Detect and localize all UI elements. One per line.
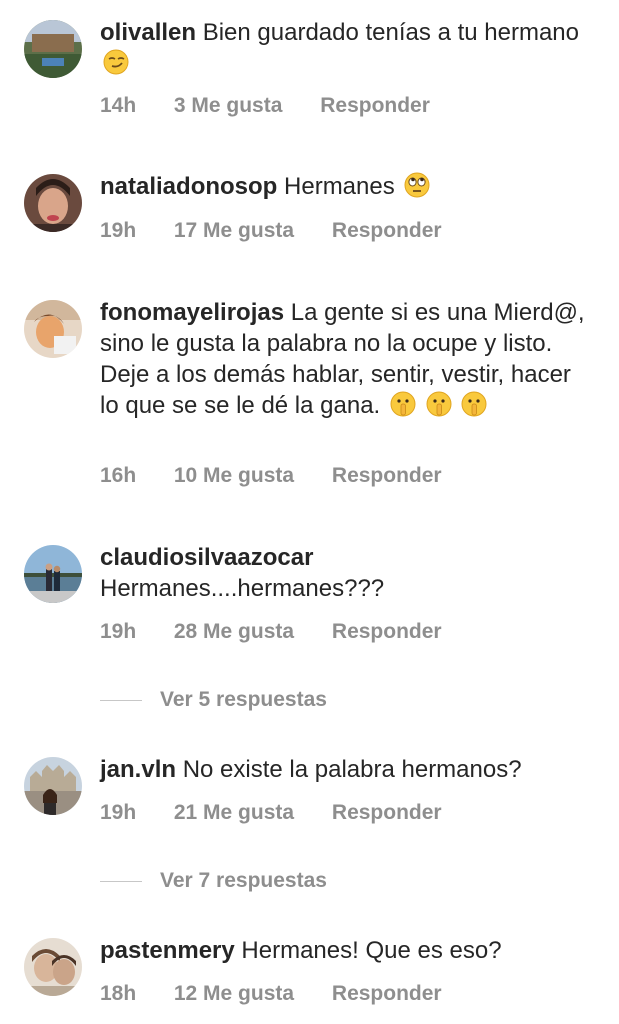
view-replies-label: Ver 7 respuestas — [160, 869, 327, 892]
shushing-face-emoji-icon — [390, 391, 416, 417]
comment-body: claudiosilvaazocar Hermanes....hermanes?… — [100, 542, 589, 604]
avatar[interactable] — [24, 20, 82, 78]
view-replies-label: Ver 5 respuestas — [160, 688, 327, 711]
comment-message: No existe la palabra hermanos? — [182, 756, 522, 783]
comment-username[interactable]: pastenmery — [100, 937, 235, 964]
reply-button[interactable]: Responder — [332, 620, 442, 644]
comment-time: 18h — [100, 982, 137, 1005]
comment-username[interactable]: olivallen — [100, 19, 196, 46]
comment-body: fonomayelirojas La gente si es una Mierd… — [100, 297, 589, 421]
comment-text: nataliadonosop Hermanes — [100, 171, 589, 202]
comment-time: 19h — [100, 801, 137, 824]
comment-message: Bien guardado tenías a tu hermano — [202, 19, 579, 46]
comment-text: olivallen Bien guardado tenías a tu herm… — [100, 17, 589, 79]
comment-username[interactable]: nataliadonosop — [100, 173, 277, 200]
comment-message: Hermanes! Que es eso? — [241, 937, 502, 964]
reply-button[interactable]: Responder — [320, 94, 430, 118]
reply-button[interactable]: Responder — [332, 219, 442, 243]
comment-meta: 14h 3 Me gusta Responder — [100, 94, 430, 118]
comment-likes[interactable]: 3 Me gusta — [174, 94, 283, 118]
comment-likes[interactable]: 21 Me gusta — [174, 801, 294, 825]
comment-meta: 18h 12 Me gusta Responder — [100, 982, 442, 1006]
comment-text: jan.vln No existe la palabra hermanos? — [100, 754, 589, 785]
reply-button[interactable]: Responder — [332, 464, 442, 488]
comment-text: fonomayelirojas La gente si es una Mierd… — [100, 297, 589, 421]
comment-message: Hermanes — [284, 173, 395, 200]
avatar[interactable] — [24, 545, 82, 603]
reply-button[interactable]: Responder — [332, 982, 442, 1006]
replies-divider — [100, 880, 142, 882]
replies-divider — [100, 699, 142, 701]
comment-time: 19h — [100, 620, 137, 643]
comment-body: jan.vln No existe la palabra hermanos? — [100, 754, 589, 785]
comment-body: olivallen Bien guardado tenías a tu herm… — [100, 17, 589, 79]
comment-meta: 16h 10 Me gusta Responder — [100, 464, 442, 488]
comment-meta: 19h 17 Me gusta Responder — [100, 219, 442, 243]
comment-likes[interactable]: 12 Me gusta — [174, 982, 294, 1006]
view-replies-button[interactable]: Ver 5 respuestas — [100, 688, 327, 712]
comment-likes[interactable]: 28 Me gusta — [174, 620, 294, 644]
avatar[interactable] — [24, 300, 82, 358]
comment-username[interactable]: claudiosilvaazocar — [100, 542, 589, 573]
smirk-emoji-icon — [103, 49, 129, 75]
comment-username[interactable]: fonomayelirojas — [100, 299, 284, 326]
comment-message: Hermanes....hermanes??? — [100, 575, 385, 602]
comment-meta: 19h 21 Me gusta Responder — [100, 801, 442, 825]
comment-time: 19h — [100, 219, 137, 242]
comment-likes[interactable]: 17 Me gusta — [174, 219, 294, 243]
comment-text: pastenmery Hermanes! Que es eso? — [100, 935, 589, 966]
comment-body: pastenmery Hermanes! Que es eso? — [100, 935, 589, 966]
comment-time: 16h — [100, 464, 137, 487]
avatar[interactable] — [24, 757, 82, 815]
reply-button[interactable]: Responder — [332, 801, 442, 825]
comment-body: nataliadonosop Hermanes — [100, 171, 589, 202]
comment-text: claudiosilvaazocar Hermanes....hermanes?… — [100, 542, 589, 604]
comment-meta: 19h 28 Me gusta Responder — [100, 620, 442, 644]
comment-time: 14h — [100, 94, 137, 117]
shushing-face-emoji-icon — [461, 391, 487, 417]
avatar[interactable] — [24, 174, 82, 232]
comment-likes[interactable]: 10 Me gusta — [174, 464, 294, 488]
avatar[interactable] — [24, 938, 82, 996]
shushing-face-emoji-icon — [426, 391, 452, 417]
eye-roll-emoji-icon — [404, 172, 430, 198]
comment-username[interactable]: jan.vln — [100, 756, 176, 783]
view-replies-button[interactable]: Ver 7 respuestas — [100, 869, 327, 893]
